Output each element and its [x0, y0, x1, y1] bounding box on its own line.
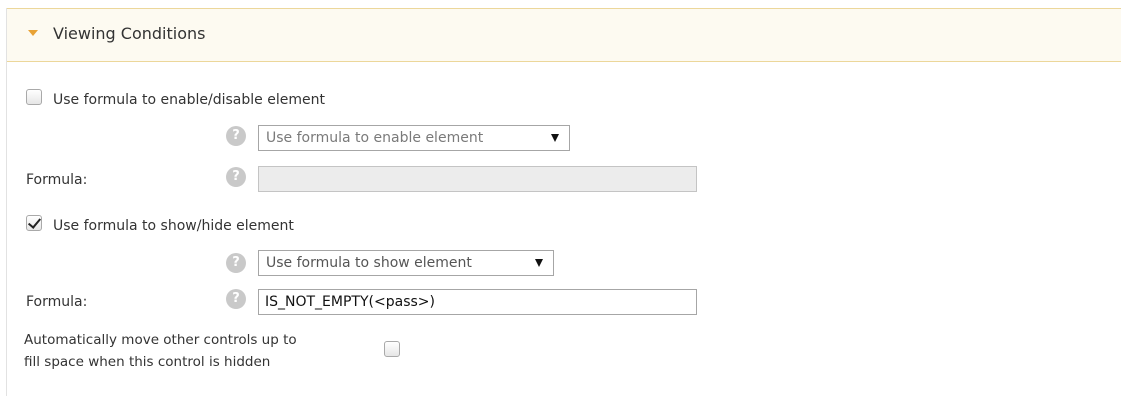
section-title: Viewing Conditions [53, 24, 206, 43]
show-mode-select[interactable]: Use formula to show element [258, 250, 554, 276]
triangle-down-icon[interactable] [28, 30, 38, 36]
enable-mode-selected: Use formula to enable element [266, 130, 484, 146]
section-header[interactable]: Viewing Conditions [7, 8, 1121, 62]
help-icon[interactable]: ? [226, 126, 246, 146]
show-formula-checkbox[interactable] [26, 215, 42, 231]
enable-formula-checkbox[interactable] [26, 89, 42, 105]
show-formula-checkbox-label: Use formula to show/hide element [53, 218, 294, 234]
show-formula-label: Formula: [26, 294, 88, 310]
chevron-down-icon [535, 259, 543, 267]
auto-move-label-line1: Automatically move other controls up to [24, 332, 297, 348]
enable-formula-checkbox-label: Use formula to enable/disable element [53, 92, 325, 108]
enable-formula-field[interactable] [258, 166, 697, 192]
help-icon[interactable]: ? [226, 289, 246, 309]
chevron-down-icon [551, 134, 559, 142]
enable-formula-label: Formula: [26, 172, 88, 188]
show-mode-selected: Use formula to show element [266, 255, 472, 271]
help-icon[interactable]: ? [226, 167, 246, 187]
show-formula-field[interactable]: IS_NOT_EMPTY(<pass>) [258, 289, 697, 315]
enable-mode-select[interactable]: Use formula to enable element [258, 125, 570, 151]
auto-move-label-line2: fill space when this control is hidden [24, 354, 271, 370]
help-icon[interactable]: ? [226, 253, 246, 273]
auto-move-checkbox[interactable] [384, 341, 400, 357]
